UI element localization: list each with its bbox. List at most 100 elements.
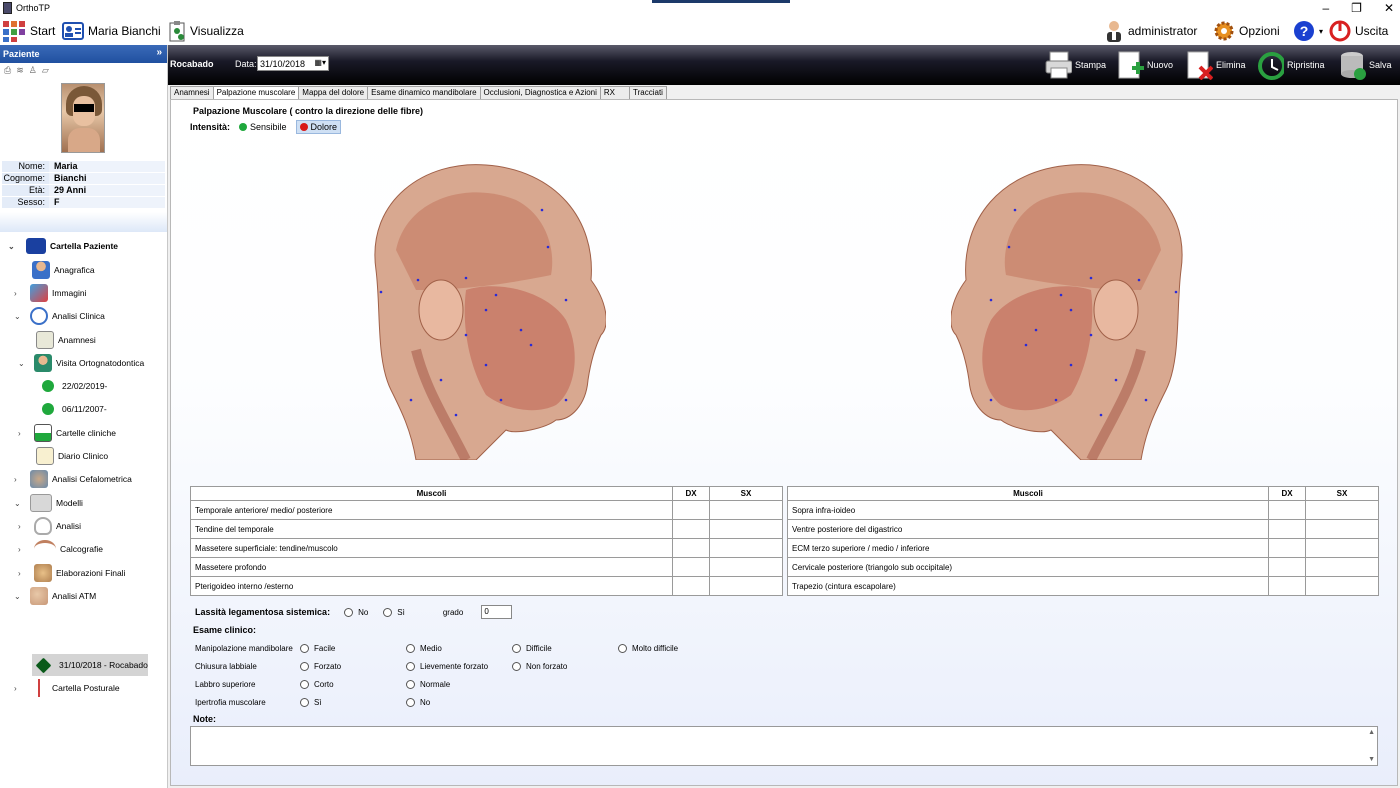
head-icon [34,564,52,582]
scroll-down-icon[interactable]: ▼ [1368,756,1375,763]
tree-visita[interactable]: ⌄ Visita Ortognatodontica [18,353,144,373]
dx-cell[interactable] [672,500,710,520]
tree-visit-1[interactable]: 22/02/2019- [42,376,107,396]
forzato-radio[interactable] [300,662,309,672]
tree-atm[interactable]: ⌄ Analisi ATM [14,586,96,606]
tree-diario[interactable]: Diario Clinico [36,446,108,466]
sx-cell[interactable] [1305,500,1379,520]
tab-mappa[interactable]: Mappa del dolore [298,86,369,99]
tree-cartella-paziente[interactable]: ⌄ Cartella Paziente [8,236,118,256]
dx-cell[interactable] [672,576,710,596]
row-label: Manipolazione mandibolare [195,644,293,654]
help-button[interactable]: ? ▾ [1293,19,1323,43]
dx-cell[interactable] [1268,576,1306,596]
ipertrofia-si-radio[interactable] [300,698,309,708]
scroll-up-icon[interactable]: ▲ [1368,729,1375,736]
scanner-icon[interactable]: ⎙ [4,65,11,77]
legend-sensibile[interactable]: Sensibile [236,121,290,133]
dx-cell[interactable] [1268,557,1306,577]
new-document-icon [1118,51,1144,79]
dx-cell[interactable] [1268,519,1306,539]
user-button[interactable]: administrator [1104,19,1197,43]
help-dropdown-icon[interactable]: ▾ [1319,27,1323,36]
user-small-icon[interactable]: ♙ [29,65,37,77]
tree-cartelle[interactable]: › Cartelle cliniche [18,423,116,443]
print-button[interactable]: Stampa [1044,48,1106,82]
tree-label: Analisi Cefalometrica [52,474,132,484]
facile-radio[interactable] [300,644,309,654]
tree-calcografie[interactable]: › Calcografie [18,539,103,559]
sx-cell[interactable] [709,576,783,596]
dx-cell[interactable] [672,519,710,539]
dx-cell[interactable] [672,557,710,577]
exit-button[interactable]: Uscita [1329,19,1388,43]
tree-visit-2[interactable]: 06/11/2007- [42,399,107,419]
view-button[interactable]: Visualizza [168,19,244,43]
tree-elaborazioni[interactable]: › Elaborazioni Finali [18,563,125,583]
head-muscles-left-view[interactable] [951,160,1201,460]
help-icon: ? [1294,21,1314,41]
restore-data-button[interactable]: Ripristina [1256,48,1325,82]
sx-cell[interactable] [709,500,783,520]
tree-atm-rocabado[interactable]: 31/10/2018 - Rocabado [32,654,148,676]
dx-cell[interactable] [1268,538,1306,558]
new-button[interactable]: Nuovo [1116,48,1173,82]
tree-analisi[interactable]: › Analisi [18,516,81,536]
tree-analisi-clinica[interactable]: ⌄ Analisi Clinica [14,306,105,326]
tab-esame-dinamico[interactable]: Esame dinamico mandibolare [367,86,481,99]
tree-label: Analisi Clinica [52,311,105,321]
dx-cell[interactable] [672,538,710,558]
minimize-button[interactable]: – [1322,1,1329,15]
save-button[interactable]: Salva [1338,48,1392,82]
molto-difficile-radio[interactable] [618,644,627,654]
lassita-si-radio[interactable] [383,607,393,617]
collapse-chevron-icon[interactable]: » [156,47,162,58]
manipolazione-row: Manipolazione mandibolare Facile Medio D… [195,644,678,654]
document-icon[interactable]: ▱ [42,65,49,77]
sx-cell[interactable] [709,538,783,558]
head-muscles-right-view[interactable] [356,160,606,460]
muscle-name: Ventre posteriore del digastrico [787,519,1269,539]
tree-cefalometrica[interactable]: › Analisi Cefalometrica [14,469,132,489]
delete-button[interactable]: Elimina [1185,48,1246,82]
sx-cell[interactable] [709,557,783,577]
sx-cell[interactable] [1305,557,1379,577]
lassita-no-radio[interactable] [344,607,354,617]
restore-button[interactable]: ❐ [1351,1,1362,15]
normale-radio[interactable] [406,680,415,690]
red-dot-icon [299,123,308,131]
sx-cell[interactable] [709,519,783,539]
svg-text:?: ? [1300,23,1309,39]
legend-dolore[interactable]: Dolore [295,120,342,134]
tab-tracciati[interactable]: Tracciati [629,86,667,99]
tree-posturale[interactable]: › Cartella Posturale [14,678,120,698]
calendar-dropdown-icon[interactable]: ▦▾ [314,58,326,67]
corto-radio[interactable] [300,680,309,690]
dx-cell[interactable] [1268,500,1306,520]
tab-palpazione[interactable]: Palpazione muscolare [212,86,300,100]
date-picker[interactable]: 31/10/2018 ▦▾ [257,56,329,71]
sx-cell[interactable] [1305,519,1379,539]
tab-occlusioni[interactable]: Occlusioni, Diagnostica e Azioni [479,86,601,99]
sx-cell[interactable] [1305,538,1379,558]
tree-modelli[interactable]: ⌄ Modelli [14,493,83,513]
tree-immagini[interactable]: › Immagini [14,283,86,303]
note-textarea[interactable]: ▲ ▼ [190,726,1378,766]
tree-anamnesi[interactable]: Anamnesi [36,330,96,350]
start-button[interactable]: Start [2,19,55,43]
medio-radio[interactable] [406,644,415,654]
printer-icon [1045,51,1072,79]
tab-rx[interactable]: RX [599,86,631,99]
options-button[interactable]: Opzioni [1213,19,1280,43]
close-button[interactable]: ✕ [1384,1,1394,15]
sx-cell[interactable] [1305,576,1379,596]
ipertrofia-no-radio[interactable] [406,698,415,708]
grado-input[interactable]: 0 [481,605,513,619]
tray-icon[interactable]: ≋ [16,65,24,77]
difficile-radio[interactable] [512,644,521,654]
lievemente-forzato-radio[interactable] [406,662,415,672]
patient-button[interactable]: Maria Bianchi [62,19,161,43]
non-forzato-radio[interactable] [512,662,521,672]
tab-anamnesi[interactable]: Anamnesi [170,86,214,99]
tree-anagrafica[interactable]: Anagrafica [32,260,95,280]
